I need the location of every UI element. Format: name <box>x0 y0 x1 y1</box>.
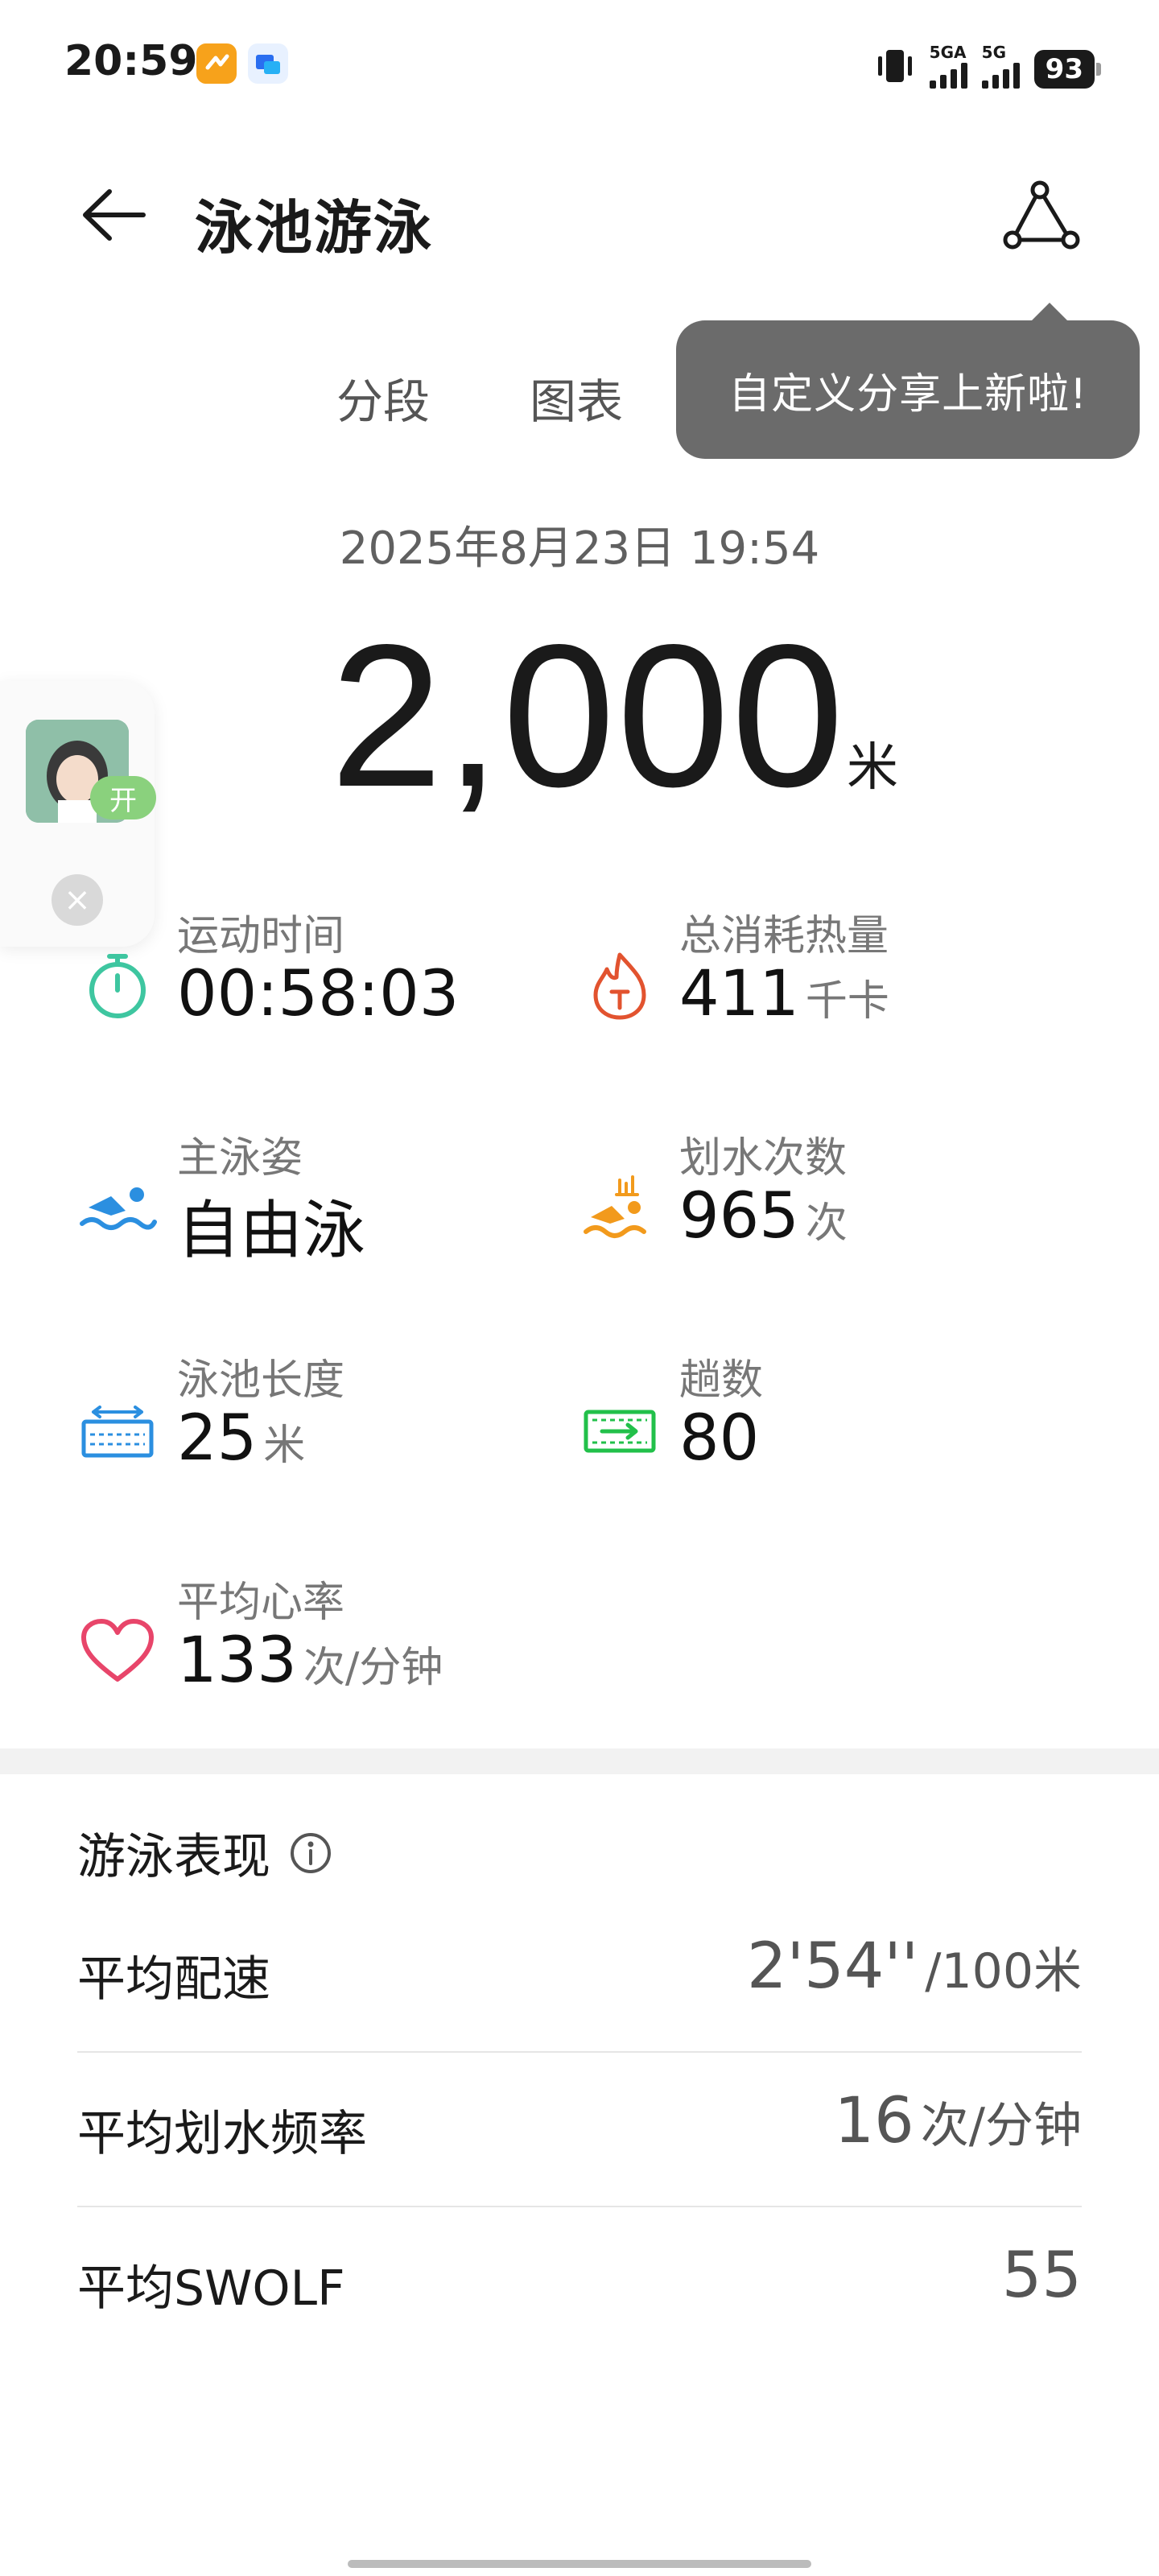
metric-value: 自由泳 <box>177 1195 366 1267</box>
tab-segments[interactable]: 分段 <box>336 364 430 431</box>
status-bar: 20:59 5GA 5G 93 <box>0 0 1159 129</box>
perf-label: 平均划水频率 <box>77 2106 367 2162</box>
metric-label: 平均心率 <box>177 1579 345 1627</box>
metric-heart-rate: 平均心率 133 次/分钟 <box>77 1568 528 1729</box>
page-title: 泳池游泳 <box>195 194 434 262</box>
home-indicator[interactable] <box>348 2560 811 2568</box>
perf-value: 55 <box>1001 2240 1082 2312</box>
metric-laps: 趟数 80 <box>580 1346 1030 1507</box>
metric-value: 411 千卡 <box>679 958 889 1030</box>
status-icons: 5GA 5G 93 <box>875 40 1102 89</box>
section-divider <box>0 1748 1159 1774</box>
perf-row-stroke-rate: 平均划水频率 16 次/分钟 <box>77 2053 1082 2207</box>
signal-bars-icon <box>981 61 1020 89</box>
perf-row-swolf: 平均SWOLF 55 <box>77 2207 1082 2362</box>
metric-label: 主泳姿 <box>177 1134 303 1183</box>
metric-value: 133 次/分钟 <box>177 1624 443 1697</box>
workout-datetime: 2025年8月23日 19:54 <box>339 522 820 575</box>
vibrate-icon <box>877 50 912 82</box>
metric-label: 划水次数 <box>679 1134 848 1183</box>
metric-stroke-type: 主泳姿 自由泳 <box>77 1124 528 1285</box>
laps-icon <box>584 1410 656 1453</box>
perf-row-avg-pace: 平均配速 2'54''/100米 <box>77 1898 1082 2053</box>
perf-value: 16 次/分钟 <box>834 2085 1082 2157</box>
app-notification-icon <box>196 43 237 84</box>
battery-indicator: 93 <box>1033 50 1102 89</box>
flame-icon <box>593 952 646 1020</box>
signal-5ga: 5GA <box>929 43 967 89</box>
pool-length-icon <box>81 1406 154 1458</box>
swimmer-icon <box>80 1187 157 1230</box>
metric-calories: 总消耗热量 411 千卡 <box>580 902 1030 1063</box>
metric-label: 趟数 <box>679 1356 764 1405</box>
metric-pool-length: 泳池长度 25 米 <box>77 1346 528 1507</box>
info-icon[interactable] <box>288 1831 333 1876</box>
perf-label: 平均SWOLF <box>77 2260 345 2317</box>
perf-label: 平均配速 <box>77 1951 270 2008</box>
status-time: 20:59 <box>64 37 198 85</box>
metric-value: 25 米 <box>177 1402 306 1475</box>
stroke-count-icon <box>584 1175 646 1238</box>
signal-5g: 5G <box>981 43 1020 89</box>
metric-label: 运动时间 <box>177 912 345 960</box>
tab-charts[interactable]: 图表 <box>530 364 623 431</box>
back-arrow-icon[interactable] <box>77 179 150 251</box>
distance-unit: 米 <box>847 738 898 798</box>
metric-label: 总消耗热量 <box>679 912 889 960</box>
metric-value: 80 <box>679 1402 760 1475</box>
perf-value: 2'54''/100米 <box>747 1930 1082 2003</box>
on-badge[interactable]: 开 <box>90 776 156 819</box>
share-icon[interactable] <box>1001 179 1082 251</box>
stopwatch-icon <box>89 954 146 1018</box>
heart-icon <box>81 1619 154 1682</box>
total-distance: 2,000 <box>330 603 846 829</box>
message-app-icon <box>248 43 288 84</box>
share-tooltip[interactable]: 自定义分享上新啦! <box>676 303 1140 459</box>
metric-value: 965 次 <box>679 1180 848 1253</box>
metric-label: 泳池长度 <box>177 1356 345 1405</box>
metric-value: 00:58:03 <box>177 958 460 1030</box>
section-title: 游泳表现 <box>77 1818 333 1888</box>
app-header: 泳池游泳 <box>0 161 1159 266</box>
metric-duration: 运动时间 00:58:03 <box>77 902 528 1063</box>
metric-strokes: 划水次数 965 次 <box>580 1124 1030 1285</box>
signal-bars-icon <box>929 61 967 89</box>
